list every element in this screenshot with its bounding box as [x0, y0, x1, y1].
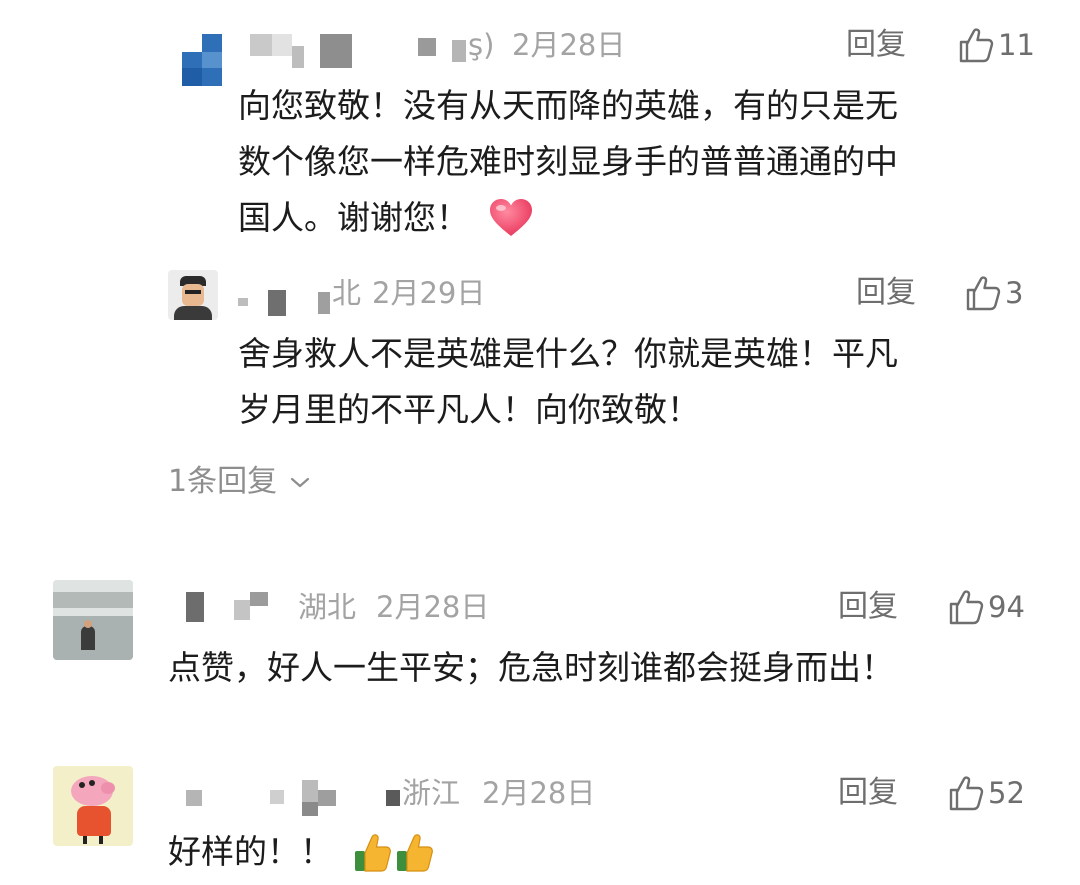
thumbs-up-icon	[949, 776, 984, 811]
comment-line: 舍身救人不是英雄是什么？你就是英雄！平凡	[238, 334, 898, 373]
comment-text: 向您致敬！没有从天而降的英雄，有的只是无 数个像您一样危难时刻显身手的普普通通的…	[238, 78, 898, 246]
reply-button[interactable]: 回复	[846, 27, 906, 63]
thumbs-up-icon	[966, 276, 1001, 311]
more-replies-button[interactable]: 1条回复	[168, 464, 313, 500]
avatar[interactable]	[53, 580, 133, 660]
reply-button[interactable]: 回复	[838, 775, 898, 811]
comment-line: 点赞，好人一生平安；危急时刻谁都会挺身而出！	[168, 648, 894, 687]
avatar[interactable]	[182, 34, 222, 86]
comment-date: 2月28日	[376, 590, 490, 624]
comment-line: 岁月里的不平凡人！向你致敬！	[238, 390, 700, 429]
comment-date: 2月28日	[482, 776, 596, 810]
like-button[interactable]: 94	[946, 587, 1025, 627]
heart-emoji	[490, 199, 532, 236]
chevron-down-icon	[290, 477, 310, 488]
comment-line: 国人。谢谢您！	[238, 198, 469, 237]
comment-date: 2月28日	[512, 28, 626, 62]
comment-location: 湖北	[298, 590, 357, 624]
comment-text: 舍身救人不是英雄是什么？你就是英雄！平凡 岁月里的不平凡人！向你致敬！	[238, 326, 898, 438]
reply-button[interactable]: 回复	[838, 589, 898, 625]
like-button[interactable]: 11	[956, 25, 1035, 65]
like-count: 94	[988, 590, 1025, 624]
comment-text: 点赞，好人一生平安；危急时刻谁都会挺身而出！	[168, 640, 894, 696]
like-button[interactable]: 3	[963, 273, 1023, 313]
reply-button[interactable]: 回复	[856, 275, 916, 311]
avatar[interactable]	[53, 766, 133, 846]
comment-line: 好样的！！	[168, 832, 333, 871]
comment-date: 2月29日	[372, 276, 486, 310]
comment-text: 好样的！！	[168, 824, 435, 880]
more-replies-label: 1条回复	[168, 464, 278, 499]
comment-line: 数个像您一样危难时刻显身手的普普通通的中	[238, 142, 898, 181]
like-count: 52	[988, 776, 1025, 810]
like-count: 3	[1005, 276, 1024, 310]
comment-location: 浙江	[402, 776, 461, 810]
thumbs-up-emoji	[353, 831, 435, 873]
like-button[interactable]: 52	[946, 773, 1025, 813]
avatar[interactable]	[168, 270, 218, 320]
username-partial: 北	[332, 276, 362, 310]
username-partial: ş)	[468, 28, 495, 62]
thumbs-up-icon	[959, 28, 994, 63]
like-count: 11	[998, 28, 1035, 62]
thumbs-up-icon	[949, 590, 984, 625]
comment-line: 向您致敬！没有从天而降的英雄，有的只是无	[238, 86, 898, 125]
comment-line-last: 国人。谢谢您！	[238, 190, 898, 246]
